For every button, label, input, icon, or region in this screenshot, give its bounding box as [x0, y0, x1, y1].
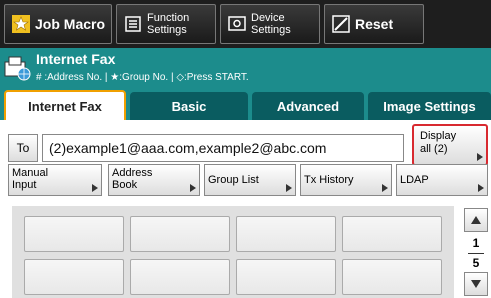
- reset-button[interactable]: Reset: [324, 4, 424, 44]
- ldap-label: LDAP: [400, 174, 429, 186]
- destination-slot[interactable]: [130, 216, 230, 252]
- destination-field[interactable]: (2)example1@aaa.com,example2@abc.com: [42, 134, 404, 162]
- function-settings-line1: Function: [147, 12, 190, 24]
- address-book-line1: Address: [112, 167, 153, 179]
- destination-slot[interactable]: [236, 216, 336, 252]
- tab-advanced[interactable]: Advanced: [252, 92, 364, 120]
- star-icon: [11, 14, 31, 34]
- list-icon: [123, 14, 143, 34]
- current-page: 1: [472, 236, 480, 250]
- pager: 1 5: [458, 206, 491, 298]
- group-list-button[interactable]: Group List: [204, 164, 296, 196]
- main-content: To (2)example1@aaa.com,example2@abc.com …: [0, 120, 491, 298]
- device-settings-button[interactable]: Device Settings: [220, 4, 320, 44]
- display-all-line1: Display: [420, 130, 457, 142]
- job-macro-label: Job Macro: [35, 16, 106, 32]
- destination-slot[interactable]: [342, 259, 442, 295]
- screen-header: Internet Fax # :Address No. | ★:Group No…: [0, 48, 491, 92]
- arrow-down-icon: [471, 280, 481, 288]
- tx-history-label: Tx History: [304, 174, 354, 186]
- destination-slot[interactable]: [24, 259, 124, 295]
- page-divider: [468, 253, 484, 254]
- reset-label: Reset: [355, 16, 394, 32]
- header-hint: # :Address No. | ★:Group No. | ◇:Press S…: [36, 72, 249, 83]
- tab-basic[interactable]: Basic: [130, 92, 248, 120]
- destination-row: To (2)example1@aaa.com,example2@abc.com: [8, 134, 404, 162]
- page-up-button[interactable]: [464, 208, 488, 232]
- device-settings-line1: Device: [251, 12, 285, 24]
- page-down-button[interactable]: [464, 272, 488, 296]
- page-title: Internet Fax: [36, 51, 116, 67]
- tx-history-button[interactable]: Tx History: [300, 164, 392, 196]
- top-toolbar: Job Macro Function Settings Device Setting…: [0, 0, 491, 48]
- tab-bar: Internet Fax Basic Advanced Image Settin…: [0, 90, 491, 120]
- group-list-label: Group List: [208, 174, 259, 186]
- display-all-line2: all (2): [420, 143, 448, 155]
- to-button[interactable]: To: [8, 134, 38, 162]
- arrow-right-icon: [190, 184, 196, 192]
- destination-slot[interactable]: [342, 216, 442, 252]
- address-book-button[interactable]: Address Book: [108, 164, 200, 196]
- destination-slot[interactable]: [130, 259, 230, 295]
- arrow-up-icon: [471, 216, 481, 224]
- manual-input-button[interactable]: Manual Input: [8, 164, 102, 196]
- destination-slot[interactable]: [236, 259, 336, 295]
- address-book-line2: Book: [112, 179, 138, 191]
- device-settings-line2: Settings: [251, 24, 291, 36]
- destination-slot[interactable]: [24, 216, 124, 252]
- arrow-right-icon: [286, 184, 292, 192]
- reset-icon: [331, 14, 351, 34]
- tab-image-settings[interactable]: Image Settings: [368, 92, 491, 120]
- function-settings-line2: Settings: [147, 24, 187, 36]
- arrow-right-icon: [92, 184, 98, 192]
- internet-fax-icon: [4, 56, 31, 81]
- arrow-right-icon: [478, 184, 484, 192]
- display-all-button[interactable]: Display all (2): [412, 124, 488, 166]
- arrow-right-icon: [477, 153, 483, 161]
- gear-icon: [227, 14, 247, 34]
- total-pages: 5: [472, 256, 480, 270]
- tab-internet-fax[interactable]: Internet Fax: [4, 90, 126, 120]
- arrow-right-icon: [382, 184, 388, 192]
- function-settings-button[interactable]: Function Settings: [116, 4, 216, 44]
- job-macro-button[interactable]: Job Macro: [4, 4, 112, 44]
- manual-input-line1: Manual: [12, 167, 49, 179]
- manual-input-line2: Input: [12, 179, 37, 191]
- ldap-button[interactable]: LDAP: [396, 164, 488, 196]
